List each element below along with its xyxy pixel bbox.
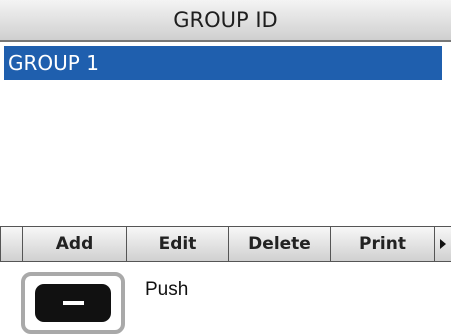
list-item-group-1[interactable]: GROUP 1 (4, 46, 442, 80)
triangle-right-icon[interactable] (434, 227, 451, 261)
add-softkey[interactable]: Add (22, 227, 126, 261)
minus-key-icon (35, 284, 111, 322)
screen-title: GROUP ID (0, 0, 451, 42)
group-id-list: GROUP 1 (0, 42, 451, 226)
radio-screen: GROUP ID GROUP 1 Add Edit Delete Print (0, 0, 451, 262)
delete-softkey[interactable]: Delete (228, 227, 330, 261)
print-softkey[interactable]: Print (330, 227, 434, 261)
softkey-bar: Add Edit Delete Print (0, 226, 451, 262)
softkey-spacer (0, 227, 22, 261)
minus-icon (63, 301, 84, 305)
edit-softkey[interactable]: Edit (126, 227, 228, 261)
softkey-button-illustration (21, 272, 125, 334)
push-instruction: Push (145, 279, 189, 300)
